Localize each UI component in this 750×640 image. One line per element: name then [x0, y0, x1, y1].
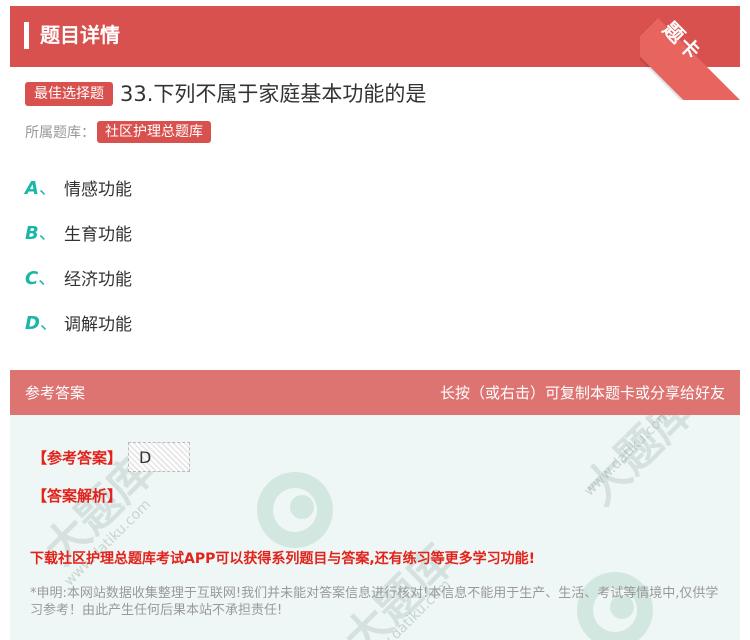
answer-header: 参考答案 长按（或右击）可复制本题卡或分享给好友 — [10, 370, 740, 415]
watermark-logo-icon — [257, 472, 333, 548]
option-d[interactable]: D、 调解功能 — [25, 307, 132, 337]
option-letter: C、 — [25, 268, 57, 289]
title-accent-bar — [24, 22, 29, 49]
option-c[interactable]: C、 经济功能 — [25, 262, 132, 292]
disclaimer-text: *申明:本网站数据收集整理于互联网!我们并未能对答案信息进行核对!本信息不能用于… — [30, 586, 719, 618]
corner-ribbon: 题卡 — [640, 0, 750, 100]
option-text: 情感功能 — [64, 179, 132, 200]
options-list: A、 情感功能 B、 生育功能 C、 经济功能 D、 调解功能 — [25, 172, 132, 352]
bank-label: 所属题库： — [25, 125, 95, 141]
option-b[interactable]: B、 生育功能 — [25, 217, 132, 247]
page-title: 题目详情 — [40, 23, 120, 47]
app-promo-text[interactable]: 下载社区护理总题库考试APP可以获得系列题目与答案,还有练习等更多学习功能! — [30, 548, 535, 568]
option-letter: D、 — [25, 313, 58, 334]
option-letter: B、 — [25, 223, 57, 244]
option-text: 调解功能 — [64, 314, 132, 335]
watermark-brand: 大题库 — [574, 415, 704, 515]
question-type-badge: 最佳选择题 — [25, 82, 113, 106]
answer-analysis-label: 【答案解析】 — [32, 487, 123, 505]
bank-link[interactable]: 社区护理总题库 — [97, 121, 211, 143]
reference-answer-row: 【参考答案】 D — [32, 442, 191, 472]
option-text: 生育功能 — [64, 224, 132, 245]
question-text: 33.下列不属于家庭基本功能的是 — [120, 82, 427, 106]
title-bar: 题目详情 — [10, 6, 740, 67]
reference-answer-label: 【参考答案】 — [32, 448, 123, 467]
question-title-row: 最佳选择题 33.下列不属于家庭基本功能的是 — [25, 80, 426, 108]
reference-answer-value: D — [128, 442, 191, 472]
option-a[interactable]: A、 情感功能 — [25, 172, 132, 202]
option-letter: A、 — [25, 178, 57, 199]
question-bank-row: 所属题库： 社区护理总题库 — [25, 120, 211, 144]
answer-section-label: 参考答案 — [25, 384, 86, 402]
option-text: 经济功能 — [64, 269, 132, 290]
answer-panel: 大题库 大题库 大题库 www.datiku.com www.datiku.co… — [10, 415, 740, 640]
share-hint: 长按（或右击）可复制本题卡或分享给好友 — [439, 384, 725, 402]
